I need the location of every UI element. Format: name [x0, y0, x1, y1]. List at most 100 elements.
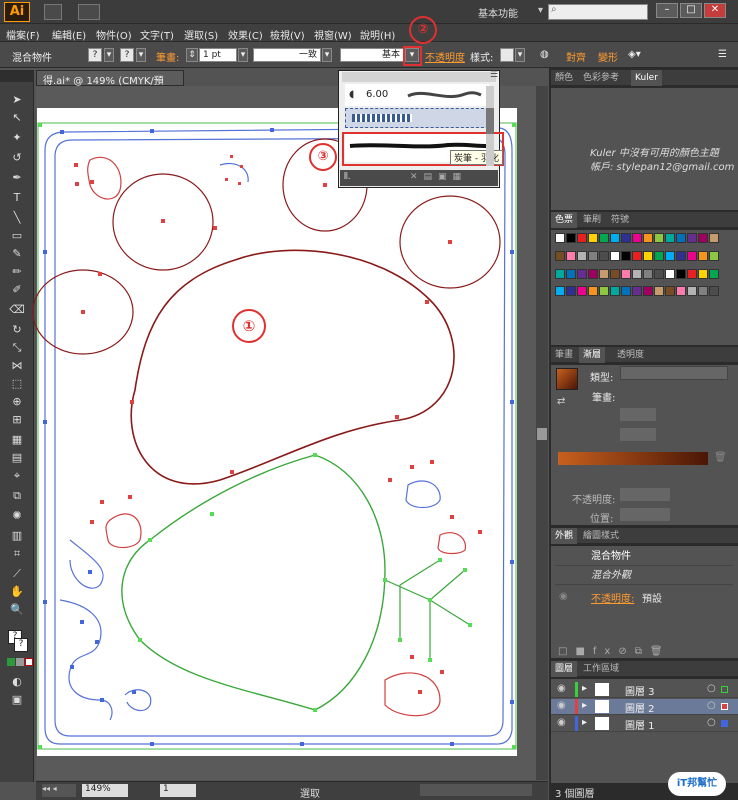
color-swatch[interactable] [555, 268, 565, 279]
layer-name[interactable]: 圖層 3 [625, 683, 655, 698]
tab-color[interactable]: 顏色 [551, 70, 577, 86]
color-swatch[interactable] [555, 233, 565, 243]
tab-layers[interactable]: 圖層 [551, 661, 578, 677]
color-swatch[interactable] [566, 286, 576, 297]
color-swatch[interactable] [577, 268, 587, 279]
color-swatch[interactable] [698, 233, 708, 243]
zoom-level-field[interactable]: 149% [82, 784, 128, 797]
color-swatch[interactable] [698, 250, 708, 261]
color-swatch[interactable] [687, 268, 697, 279]
color-swatch[interactable] [709, 286, 719, 297]
gradient-position-field[interactable] [620, 508, 670, 521]
tab-artboards[interactable]: 工作區域 [579, 661, 623, 677]
tab-swatches[interactable]: 色票 [551, 212, 578, 228]
layer-row-1[interactable]: ◉ ▸ 圖層 1 ○ [551, 716, 738, 732]
expand-icon[interactable]: ▸ [582, 683, 587, 694]
target-icon[interactable]: ○ [707, 717, 716, 728]
layer-row-2[interactable]: ◉ ▸ 圖層 2 ○ [551, 699, 738, 715]
color-swatch[interactable] [588, 268, 598, 279]
color-swatch[interactable] [687, 286, 697, 297]
color-swatch[interactable] [566, 233, 576, 243]
visibility-icon[interactable]: ◉ [557, 700, 566, 711]
color-swatch[interactable] [665, 250, 675, 261]
tab-symbols[interactable]: 符號 [607, 212, 633, 228]
appearance-footer-icons[interactable]: □■fx⊘⧉🗑 [558, 646, 671, 657]
color-swatch[interactable] [709, 233, 719, 243]
color-swatch[interactable] [632, 286, 642, 297]
tab-appearance[interactable]: 外觀 [551, 528, 578, 544]
color-swatch[interactable] [665, 268, 675, 279]
color-swatch[interactable] [665, 286, 675, 297]
color-swatch[interactable] [555, 286, 565, 297]
delete-stop-icon[interactable]: 🗑 [714, 452, 727, 463]
color-swatch[interactable] [665, 233, 675, 243]
color-swatch[interactable] [676, 250, 686, 261]
visibility-icon[interactable]: ◉ [557, 683, 566, 694]
expand-icon[interactable]: ▸ [582, 700, 587, 711]
color-swatch[interactable] [621, 268, 631, 279]
tab-brushes[interactable]: 筆刷 [579, 212, 605, 228]
status-nav-icons[interactable]: ◂◂ ◂ [42, 784, 76, 797]
color-swatch[interactable] [599, 250, 609, 261]
select-indicator[interactable] [721, 703, 728, 710]
color-swatch[interactable] [687, 233, 697, 243]
layer-name[interactable]: 圖層 2 [625, 700, 655, 715]
color-swatch[interactable] [643, 233, 653, 243]
appearance-item[interactable]: 混合外觀 [555, 569, 733, 585]
layer-name[interactable]: 圖層 1 [625, 717, 655, 732]
color-swatch[interactable] [610, 250, 620, 261]
gradient-aspect-field[interactable] [620, 428, 656, 441]
color-swatch[interactable] [621, 286, 631, 297]
color-swatch[interactable] [577, 233, 587, 243]
select-indicator[interactable] [721, 720, 728, 727]
color-swatch[interactable] [555, 250, 565, 261]
color-swatch[interactable] [632, 268, 642, 279]
color-swatch[interactable] [588, 233, 598, 243]
color-swatch[interactable] [588, 250, 598, 261]
tab-graphic-styles[interactable]: 繪圖樣式 [579, 528, 623, 544]
gradient-angle-field[interactable] [620, 408, 656, 421]
color-swatch[interactable] [643, 250, 653, 261]
color-swatch[interactable] [621, 233, 631, 243]
color-swatch[interactable] [621, 250, 631, 261]
color-swatch[interactable] [698, 286, 708, 297]
color-swatch[interactable] [599, 286, 609, 297]
color-swatch[interactable] [577, 286, 587, 297]
color-swatch[interactable] [676, 233, 686, 243]
tab-gradient[interactable]: 漸層 [579, 347, 606, 363]
tab-transparency[interactable]: 透明度 [613, 347, 648, 363]
color-swatch[interactable] [676, 268, 686, 279]
color-swatch[interactable] [599, 268, 609, 279]
visibility-icon[interactable]: ◉ [557, 717, 566, 728]
popup-footer-icons[interactable]: ✕▤▣▦ [410, 172, 467, 182]
tab-kuler[interactable]: Kuler [631, 70, 662, 86]
reverse-gradient-icon[interactable]: ⇄ [557, 396, 565, 407]
color-swatch[interactable] [632, 250, 642, 261]
color-swatch[interactable] [610, 286, 620, 297]
color-swatch[interactable] [654, 250, 664, 261]
popup-scroll-thumb[interactable] [486, 108, 494, 134]
color-swatch[interactable] [643, 268, 653, 279]
color-swatch[interactable] [654, 233, 664, 243]
select-indicator[interactable] [721, 686, 728, 693]
artboard-number-field[interactable]: 1 [160, 784, 196, 797]
appearance-visibility-icon[interactable]: ◉ [559, 591, 568, 602]
color-swatch[interactable] [687, 250, 697, 261]
popup-menu-icon[interactable]: ☰ [490, 70, 498, 80]
color-swatch[interactable] [610, 233, 620, 243]
color-swatch[interactable] [588, 286, 598, 297]
tab-stroke[interactable]: 筆畫 [551, 347, 577, 363]
color-swatch[interactable] [654, 286, 664, 297]
brush-library-icon[interactable]: ⫴. [344, 172, 351, 182]
color-swatch[interactable] [676, 286, 686, 297]
color-swatch[interactable] [566, 250, 576, 261]
gradient-ramp[interactable] [558, 452, 708, 465]
color-swatch[interactable] [654, 268, 664, 279]
gradient-swatch[interactable] [556, 368, 578, 390]
gradient-type-select[interactable] [620, 366, 728, 380]
color-swatch[interactable] [709, 250, 719, 261]
color-swatch[interactable] [566, 268, 576, 279]
color-swatch[interactable] [599, 233, 609, 243]
horizontal-scrollbar[interactable] [420, 784, 532, 796]
color-swatch[interactable] [709, 268, 719, 279]
